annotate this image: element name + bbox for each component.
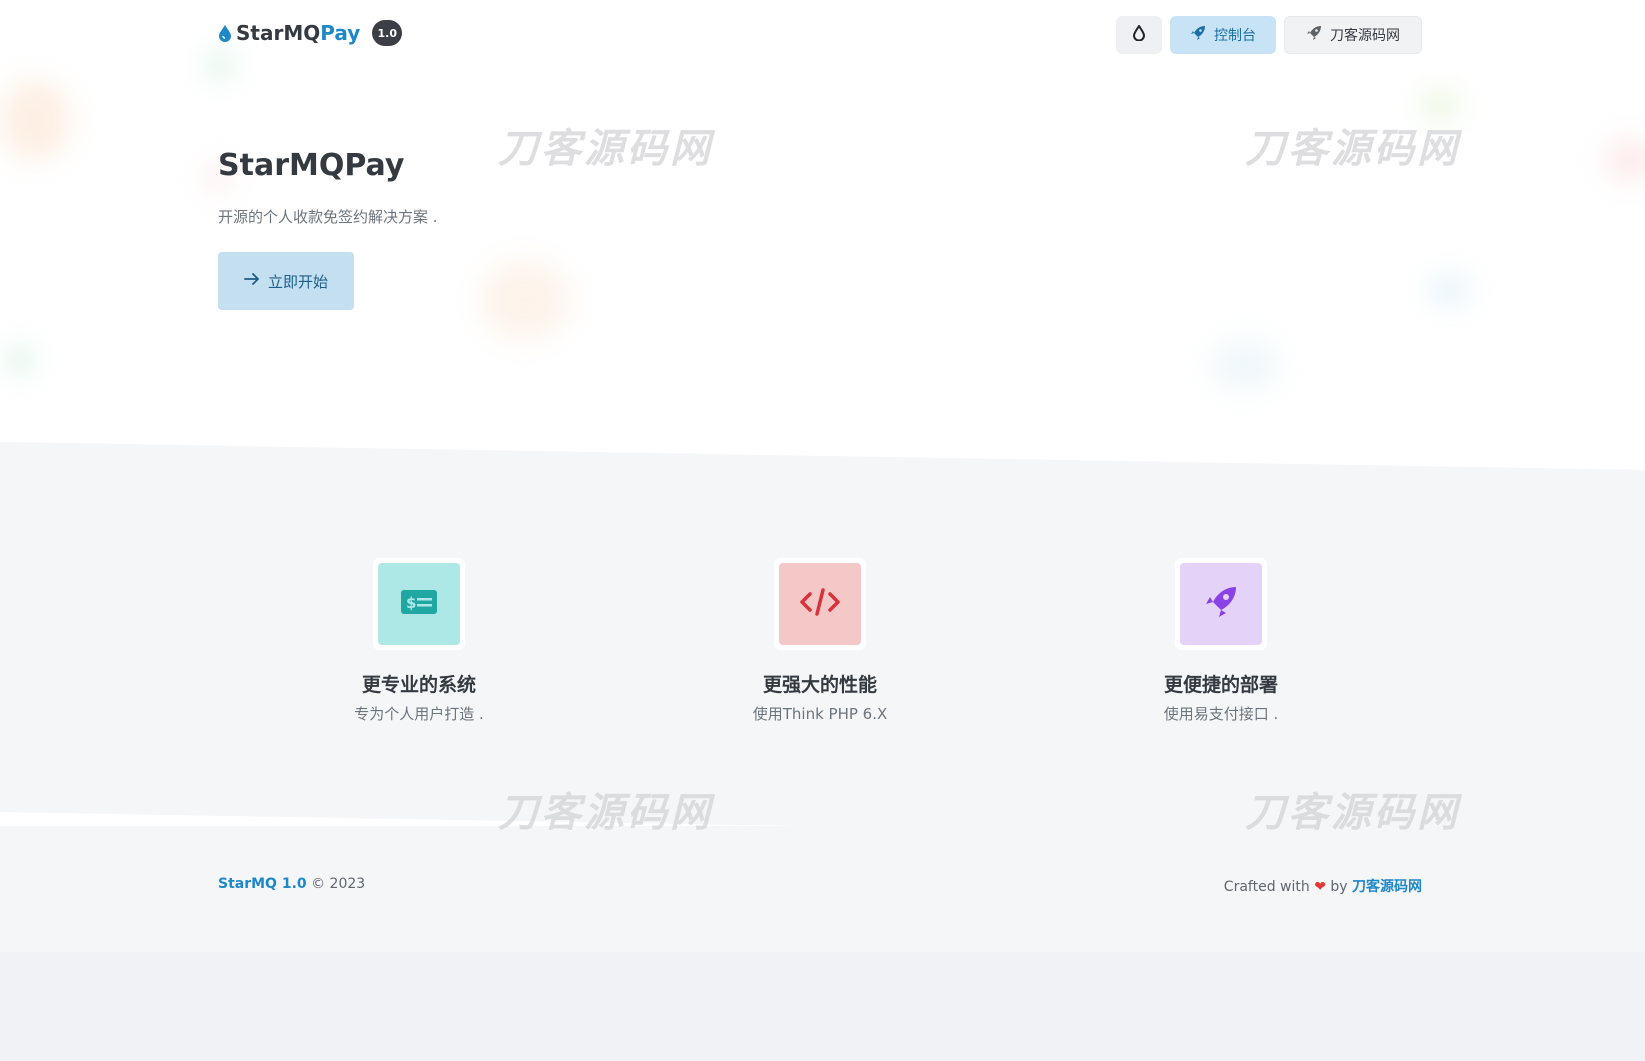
feature-icon-frame: [1175, 558, 1267, 650]
rocket-icon: [1306, 25, 1322, 45]
feature-icon-box: [1180, 563, 1262, 645]
feature-title: 更专业的系统: [361, 674, 476, 696]
drop-icon: [218, 24, 232, 42]
version-badge: 1.0: [372, 20, 403, 46]
start-button[interactable]: 立即开始: [218, 252, 354, 310]
heart-icon: ❤: [1314, 879, 1326, 895]
footer-left: StarMQ 1.0 © 2023: [218, 876, 365, 892]
footer-crafted-text: Crafted with: [1223, 879, 1310, 895]
rocket-icon: [1203, 584, 1239, 624]
code-icon: [799, 587, 841, 621]
footer-right: Crafted with ❤ by 刀客源码网: [1224, 876, 1422, 896]
watermark: 刀客源码网: [1245, 790, 1460, 836]
brand-name: StarMQPay: [236, 21, 361, 45]
feature-card: $ 更专业的系统 专为个人用户打造 .: [289, 558, 549, 724]
start-label: 立即开始: [267, 272, 328, 291]
money-card-icon: $: [400, 589, 438, 619]
feature-icon-frame: [774, 558, 866, 650]
footer-site-link[interactable]: 刀客源码网: [1352, 879, 1422, 895]
feature-icon-box: [779, 563, 861, 645]
theme-toggle-button[interactable]: [1116, 16, 1162, 54]
footer-brand-link[interactable]: StarMQ 1.0: [218, 876, 307, 892]
site-label: 刀客源码网: [1330, 28, 1400, 44]
decor-blob: [1210, 340, 1280, 390]
feature-icon-frame: $: [373, 558, 465, 650]
header: StarMQPay 1.0 控制台 刀客源码网: [218, 16, 1422, 56]
arrow-right-icon: [244, 272, 260, 290]
watermark: 刀客源码网: [498, 790, 713, 836]
nav-buttons: 控制台 刀客源码网: [1116, 16, 1422, 54]
decor-blob: [1430, 275, 1470, 305]
site-link-button[interactable]: 刀客源码网: [1284, 16, 1422, 54]
svg-text:$: $: [406, 594, 416, 612]
watermark: 刀客源码网: [1245, 126, 1460, 172]
console-label: 控制台: [1214, 28, 1256, 44]
hero-title: StarMQPay: [218, 148, 405, 183]
brand-logo[interactable]: StarMQPay 1.0: [218, 20, 403, 46]
rocket-icon: [1190, 25, 1206, 45]
feature-title: 更便捷的部署: [1163, 674, 1278, 696]
console-button[interactable]: 控制台: [1170, 16, 1276, 54]
feature-desc: 使用易支付接口 .: [1163, 705, 1279, 723]
feature-desc: 使用Think PHP 6.X: [752, 705, 888, 723]
decor-blob: [480, 260, 570, 340]
decor-blob: [0, 80, 70, 160]
feature-desc: 专为个人用户打造 .: [354, 705, 484, 723]
feature-card: 更强大的性能 使用Think PHP 6.X: [690, 558, 950, 724]
footer-copyright: © 2023: [311, 876, 366, 892]
feature-card: 更便捷的部署 使用易支付接口 .: [1091, 558, 1351, 724]
drop-icon: [1132, 24, 1146, 45]
decor-blob: [5, 345, 35, 375]
feature-title: 更强大的性能: [762, 674, 877, 696]
footer-by-text: by: [1330, 879, 1348, 895]
feature-icon-box: $: [378, 563, 460, 645]
hero-subtitle: 开源的个人收款免签约解决方案 .: [218, 208, 438, 226]
page: 刀客源码网 刀客源码网 刀客源码网 刀客源码网 StarMQPay 1.0 控制…: [0, 0, 1645, 1061]
watermark: 刀客源码网: [498, 126, 713, 172]
